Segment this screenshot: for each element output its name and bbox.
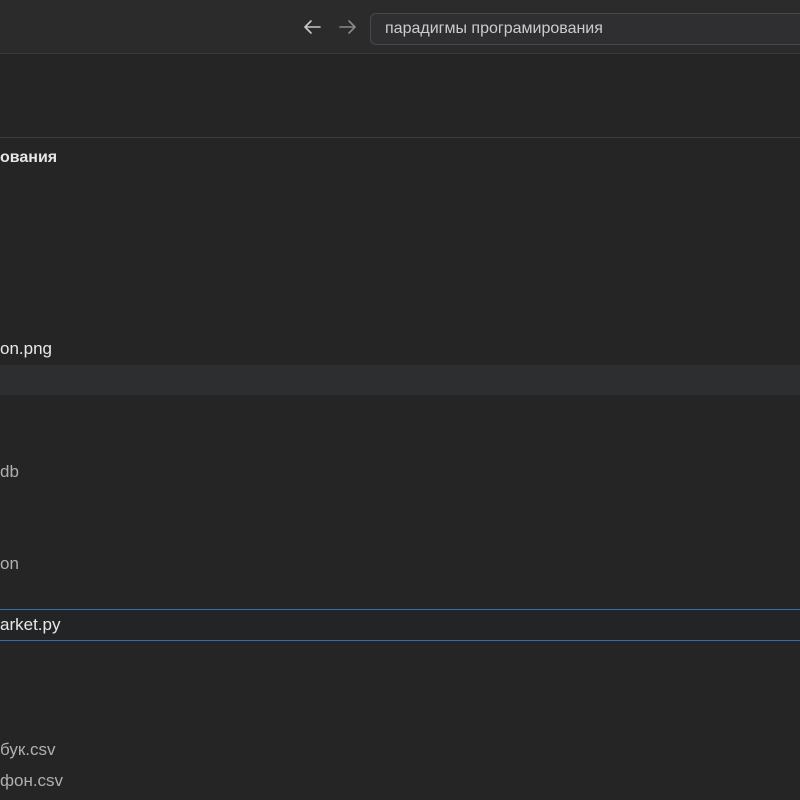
file-label-csv-1: бук.csv xyxy=(0,740,56,759)
file-row-png[interactable]: on.png xyxy=(0,334,800,364)
file-tree: ования on.png db on arket.py бук.csv фон… xyxy=(0,139,800,800)
folder-root-row[interactable]: ования xyxy=(0,143,800,173)
command-center-search[interactable]: парадигмы програмирования xyxy=(370,13,800,45)
folder-root-label: ования xyxy=(0,149,58,166)
forward-button[interactable] xyxy=(335,14,361,40)
file-row-db[interactable]: db xyxy=(0,457,800,487)
file-label-db: db xyxy=(0,462,19,481)
hovered-row[interactable] xyxy=(0,365,800,395)
arrow-right-icon xyxy=(339,20,356,34)
file-row-json[interactable]: on xyxy=(0,549,800,579)
file-label-png: on.png xyxy=(0,339,52,358)
back-button[interactable] xyxy=(299,14,325,40)
file-row-csv-1[interactable]: бук.csv xyxy=(0,735,800,765)
editor-window: парадигмы програмирования ования on.png … xyxy=(0,0,800,800)
file-label-py: arket.py xyxy=(0,615,61,634)
title-bar: парадигмы програмирования xyxy=(0,0,800,54)
file-row-csv-2[interactable]: фон.csv xyxy=(0,766,800,796)
file-row-py-selected[interactable]: arket.py xyxy=(0,609,800,641)
explorer-header xyxy=(0,54,800,138)
file-label-csv-2: фон.csv xyxy=(0,771,64,790)
arrow-left-icon xyxy=(304,20,321,34)
file-label-json: on xyxy=(0,554,19,573)
